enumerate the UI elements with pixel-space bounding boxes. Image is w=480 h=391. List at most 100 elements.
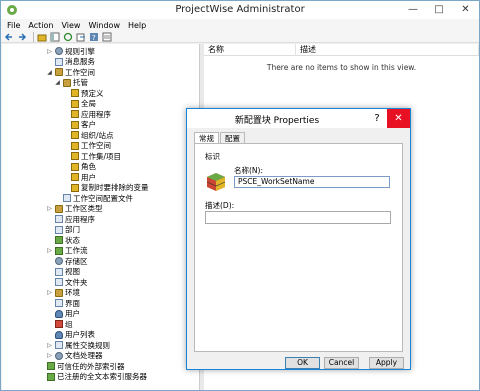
tree-item[interactable]: ▷ 规则引擎	[46, 46, 95, 56]
tree-item[interactable]: 存储区	[46, 256, 88, 266]
tree-item[interactable]: 工作空间配置文件	[54, 193, 133, 203]
tree-item[interactable]: 文件夹	[46, 277, 88, 287]
tree-node-icon	[55, 341, 63, 349]
column-header-name[interactable]: 名称	[204, 44, 296, 56]
title-bar: ProjectWise Administrator — □ ✕	[1, 1, 479, 19]
cancel-button[interactable]: Cancel	[324, 357, 359, 369]
tree-item-label: 文件夹	[65, 277, 88, 287]
tree-item[interactable]: 角色	[62, 162, 96, 172]
tree-item[interactable]: ◢ 托管	[54, 78, 88, 88]
description-field[interactable]	[205, 211, 391, 224]
menu-bar: File Action View Window Help	[1, 19, 479, 31]
svg-text:?: ?	[92, 34, 96, 42]
tree-item-label: 已注册的全文本索引服务器	[57, 372, 147, 381]
tree-item[interactable]: 预定义	[62, 88, 104, 98]
tree-node-icon	[55, 225, 63, 234]
menu-action[interactable]: Action	[28, 21, 53, 30]
minimize-button[interactable]: —	[400, 1, 426, 19]
tree-node-icon	[55, 47, 63, 55]
tree-node-icon	[55, 351, 63, 360]
menu-view[interactable]: View	[61, 21, 80, 30]
tree-item[interactable]: 状态	[46, 235, 80, 245]
config-block-icon	[206, 173, 226, 191]
export-icon[interactable]	[76, 32, 86, 42]
tab-content: 标识 名称(N): PSCE_WorkSetName 描述(D):	[194, 143, 403, 352]
tree-item[interactable]: 全局	[62, 99, 96, 109]
menu-window[interactable]: Window	[88, 21, 120, 30]
tree-item-label: 工作空间配置文件	[73, 193, 133, 203]
tree-item-label: 角色	[81, 162, 96, 171]
help-button[interactable]: ?	[367, 109, 387, 128]
tree-item[interactable]: 部门	[46, 225, 80, 235]
dialog-close-button[interactable]: ✕	[387, 109, 410, 128]
expand-toggle-icon[interactable]: ◢	[54, 79, 61, 86]
tree-item[interactable]: 已注册的全文本索引服务器	[38, 372, 147, 382]
expand-toggle-icon[interactable]: ▷	[46, 48, 53, 55]
expand-toggle-icon[interactable]: ▷	[46, 342, 53, 349]
menu-file[interactable]: File	[7, 21, 20, 30]
close-button[interactable]: ✕	[452, 1, 479, 19]
tree-item[interactable]: 用户	[62, 172, 96, 182]
tree-item[interactable]: 可信任的外部索引器	[38, 361, 125, 371]
tree-item[interactable]: 组织/站点	[62, 130, 114, 140]
apply-button[interactable]: Apply	[369, 357, 404, 369]
back-arrow-icon[interactable]	[4, 32, 14, 42]
tree-node-icon	[55, 278, 63, 286]
tree-item[interactable]: 组	[46, 319, 73, 329]
tree-node-icon	[55, 215, 63, 223]
tree-item[interactable]: 视图	[46, 267, 80, 277]
tree-item-label: 应用程序	[65, 214, 95, 224]
tree-node-icon	[47, 362, 55, 370]
tree-node-icon	[71, 152, 79, 160]
name-label: 名称(N):	[234, 166, 263, 175]
tree-item[interactable]: ▷ 工作流	[46, 246, 87, 256]
refresh-icon[interactable]	[63, 32, 73, 42]
tree-pane: ▷ 规则引擎 消息服务 ◢ 工作空间 ◢ 托管 预定义 全局 应用程序 客户 组织/站点 工作空间 工作集…	[2, 44, 200, 390]
expand-toggle-icon[interactable]: ▷	[46, 289, 53, 296]
tree-item-label: 应用程序	[81, 109, 111, 119]
tree-item[interactable]: ▷ 环境	[46, 288, 80, 298]
tree-item[interactable]: 消息服务	[46, 57, 95, 67]
tree-node-icon	[55, 320, 63, 328]
tree-item[interactable]: 工作集/项目	[62, 151, 121, 161]
tree-item-label: 用户	[81, 172, 96, 182]
tab-general[interactable]: 常规	[194, 132, 219, 143]
tree-item-label: 组织/站点	[81, 130, 114, 140]
properties-icon[interactable]	[102, 32, 112, 42]
tree-item-label: 环境	[65, 288, 80, 297]
new-folder-icon[interactable]	[37, 32, 47, 42]
description-label: 描述(D):	[205, 201, 235, 210]
tree-item[interactable]: ▷ 工作区类型	[46, 204, 102, 214]
tree-item[interactable]: ◢ 工作空间	[46, 67, 95, 77]
tree-item[interactable]: 应用程序	[46, 214, 95, 224]
tree-item-label: 界面	[65, 298, 80, 308]
tree-item[interactable]: 复制时要排除的变量	[62, 183, 149, 193]
tree-item[interactable]: 用户	[46, 309, 80, 319]
tab-config[interactable]: 配置	[220, 132, 245, 143]
help-icon[interactable]: ?	[89, 32, 99, 42]
expand-toggle-icon[interactable]: ▷	[46, 205, 53, 212]
tree-item-label: 属性交换规则	[65, 340, 110, 350]
tree-item[interactable]: 工作空间	[62, 141, 111, 151]
expand-toggle-icon[interactable]: ◢	[46, 69, 53, 76]
tree-item[interactable]: ▷ 属性交换规则	[46, 340, 110, 350]
menu-help[interactable]: Help	[128, 21, 146, 30]
name-field[interactable]: PSCE_WorkSetName	[234, 176, 390, 188]
tree-item[interactable]: ▷ 文档处理器	[46, 351, 102, 361]
tree-item[interactable]: 客户	[62, 120, 96, 130]
tree-item[interactable]: 界面	[46, 298, 80, 308]
tree-item[interactable]: 应用程序	[62, 109, 111, 119]
tree-node-icon	[71, 131, 79, 139]
forward-arrow-icon[interactable]	[17, 32, 27, 42]
expand-toggle-icon[interactable]: ▷	[46, 352, 53, 359]
column-header-description[interactable]: 描述	[296, 44, 479, 56]
tree-node-icon	[71, 162, 79, 171]
expand-toggle-icon[interactable]: ▷	[46, 247, 53, 254]
tree-item[interactable]: 用户列表	[46, 330, 95, 340]
identity-group-label: 标识	[205, 152, 220, 161]
console-icon[interactable]	[50, 32, 60, 42]
tree-item-label: 状态	[65, 235, 80, 245]
dialog-title-bar: 新配置块 Properties ? ✕	[187, 109, 410, 128]
maximize-button[interactable]: □	[426, 1, 452, 19]
ok-button[interactable]: OK	[285, 357, 320, 369]
